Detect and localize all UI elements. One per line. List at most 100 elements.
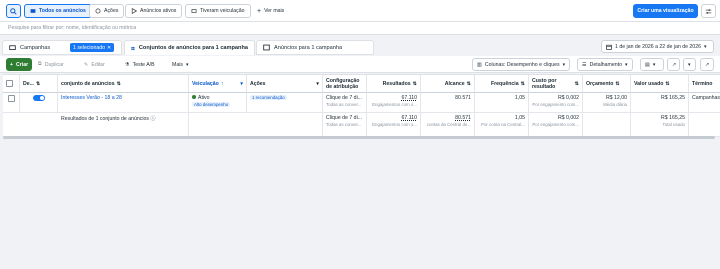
ab-test-button[interactable]: ⚗ Teste A/B	[121, 58, 159, 71]
filter-all-ads[interactable]: Todos os anúncios	[24, 4, 92, 18]
header-label: conjunto de anúncios	[61, 80, 115, 87]
row-name-cell[interactable]: Interesses Verão - 18 a 28	[58, 93, 189, 113]
close-icon[interactable]: ✕	[107, 45, 111, 51]
header-delivery[interactable]: Veiculação ↑ ▾	[189, 75, 247, 93]
header-end[interactable]: Término	[689, 75, 720, 93]
header-label: Resultados	[382, 80, 411, 87]
tab-label: Campanhas	[20, 44, 51, 51]
chevron-down-icon: ▾	[240, 80, 243, 87]
info-icon[interactable]: ⓘ	[150, 116, 155, 122]
cost-value: R$ 0,002	[557, 95, 579, 101]
edit-button[interactable]: ✎ Editar	[80, 58, 109, 71]
spent-value: R$ 165,25	[661, 95, 685, 101]
reports-icon: ▤	[645, 61, 650, 68]
duplicate-label: Duplicar	[44, 61, 64, 68]
pencil-icon: ✎	[84, 61, 89, 68]
header-actions[interactable]: Ações ▾	[247, 75, 323, 93]
row-checkbox[interactable]	[7, 95, 15, 102]
header-attribution[interactable]: Configuração de atribuição	[323, 75, 367, 93]
plus-icon: +	[10, 61, 14, 68]
sort-icon: ⇅	[412, 80, 417, 87]
level-tabs: Campanhas 1 selecionado ✕ Conjuntos de a…	[0, 40, 720, 55]
more-button[interactable]: Mais ▾	[168, 58, 193, 71]
row-budget-cell[interactable]: R$ 12,00 Média diária	[583, 93, 631, 113]
columns-icon: ▥	[477, 61, 482, 68]
edit-label: Editar	[91, 61, 105, 68]
search-bar[interactable]: Pesquise para filtrar por: nome, identif…	[0, 22, 720, 35]
sort-icon: ⇅	[665, 80, 670, 87]
end-value: Campanhas	[692, 95, 720, 101]
create-view-button[interactable]: Criar uma visualização	[633, 4, 698, 18]
search-input[interactable]: Pesquise para filtrar por: nome, identif…	[8, 25, 136, 31]
results-value: 67.110	[401, 95, 417, 101]
chevron-down-icon: ▾	[562, 61, 566, 68]
action-toolbar: + Criar ⧉ Duplicar ✎ Editar ⚗ Teste A/B …	[0, 56, 720, 73]
header-cost[interactable]: Custo por resultado ⇅	[529, 75, 583, 93]
columns-dropdown[interactable]: ▥ Colunas: Desempenho e cliques ▾	[472, 58, 571, 71]
reports-dropdown[interactable]: ▤ ▾	[640, 58, 664, 71]
date-range-label: 1 de jan de 2026 a 22 de jan de 2026	[615, 43, 701, 50]
select-all-header[interactable]	[3, 75, 20, 93]
header-frequency[interactable]: Frequência ⇅	[475, 75, 529, 93]
row-actions-cell[interactable]: 1 recomendação	[247, 93, 323, 113]
results-sub: Engajamentos com o...	[372, 102, 417, 107]
budget-sub: Média diária	[603, 102, 627, 107]
summary-spacer	[3, 113, 58, 137]
selected-chip[interactable]: 1 selecionado ✕	[70, 43, 115, 52]
chart-button[interactable]: ↗	[700, 58, 714, 71]
filter-label: Todos os anúncios	[39, 8, 86, 14]
filter-actions[interactable]: Ações	[89, 4, 125, 18]
filter-label: Ações	[104, 8, 119, 14]
filter-active-ads[interactable]: Anúncios ativos	[125, 4, 183, 18]
status-toggle[interactable]	[32, 95, 45, 101]
adset-name-link[interactable]: Interesses Verão - 18 a 28	[61, 95, 122, 101]
select-all-checkbox[interactable]	[6, 80, 13, 87]
tab-ads[interactable]: Anúncios para 1 campanha	[256, 40, 374, 55]
header-label: Alcance	[444, 80, 465, 87]
header-label: Ações	[250, 80, 266, 87]
header-reach[interactable]: Alcance ⇅	[421, 75, 475, 93]
header-toggle[interactable]: De... ⇅	[20, 75, 58, 93]
export-button[interactable]: ↗	[667, 58, 680, 71]
horizontal-scrollbar[interactable]	[3, 136, 715, 139]
play-icon	[131, 8, 137, 14]
header-name[interactable]: conjunto de anúncios ⇅	[58, 75, 189, 93]
recommendation-badge[interactable]: 1 recomendação	[250, 95, 287, 100]
create-view-label: Criar uma visualização	[637, 8, 694, 14]
chevron-down-icon: ▾	[703, 43, 707, 50]
row-attribution-cell: Clique de 7 di... Todas as conver...	[323, 93, 367, 113]
delivery-status: Ativo	[198, 95, 210, 101]
settings-sliders-button[interactable]	[701, 4, 716, 18]
row-results-cell: 67.110 Engajamentos com o...	[367, 93, 421, 113]
filter-delivered[interactable]: Tiveram veiculação	[185, 4, 251, 18]
tab-adsets[interactable]: Conjuntos de anúncios para 1 campanha	[124, 40, 255, 55]
plus-icon: +	[257, 7, 262, 15]
folder-icon	[9, 45, 16, 51]
search-toggle-button[interactable]	[6, 4, 21, 18]
more-options-dropdown[interactable]: ▾	[683, 58, 696, 71]
calendar-icon	[606, 44, 612, 50]
row-reach-cell: 80.571	[421, 93, 475, 113]
sliders-icon	[705, 8, 712, 14]
chevron-down-icon: ▾	[185, 61, 189, 68]
header-results[interactable]: Resultados ⇅	[367, 75, 421, 93]
adsets-table: De... ⇅ conjunto de anúncios ⇅ Veiculação ↑…	[3, 74, 720, 137]
row-select[interactable]	[3, 93, 20, 113]
summary-end-empty	[689, 113, 720, 137]
chevron-down-icon: ▾	[316, 80, 319, 87]
see-more-button[interactable]: + Ver mais	[252, 4, 290, 18]
header-spent[interactable]: Valor usado ⇅	[631, 75, 689, 93]
top-filter-bar: Todos os anúncios Ações Anúncios ativos …	[0, 0, 720, 22]
create-label: Criar	[16, 61, 29, 68]
create-button[interactable]: + Criar	[6, 58, 33, 71]
duplicate-button[interactable]: ⧉ Duplicar	[34, 58, 68, 71]
filter-label: Tiveram veiculação	[200, 8, 245, 14]
sort-icon: ⇅	[520, 80, 525, 87]
row-toggle-cell[interactable]	[20, 93, 58, 113]
breakdown-dropdown[interactable]: ☰ Detalhamento ▾	[577, 58, 633, 71]
tab-label: Conjuntos de anúncios para 1 campanha	[138, 45, 248, 51]
selected-chip-label: 1 selecionado	[73, 44, 106, 51]
header-label: Frequência	[490, 80, 519, 87]
date-range-picker[interactable]: 1 de jan de 2026 a 22 de jan de 2026 ▾	[601, 40, 714, 53]
header-budget[interactable]: Orçamento ⇅	[583, 75, 631, 93]
